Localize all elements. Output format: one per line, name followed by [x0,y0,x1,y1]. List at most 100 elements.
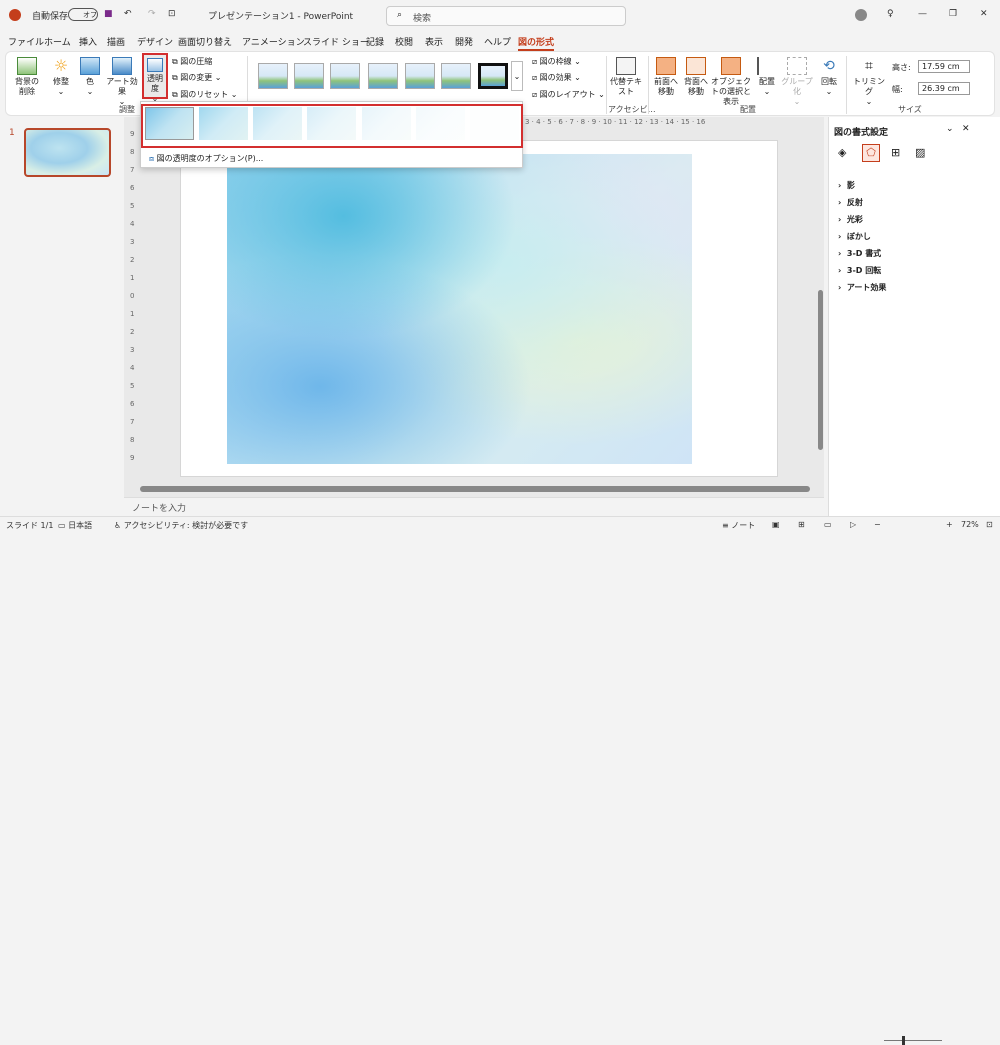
picture-tab-icon[interactable]: ▨ [915,146,925,159]
picture-style-1[interactable] [258,63,288,89]
present-icon[interactable]: ⊡ [168,9,176,19]
section-artistic-effects[interactable]: › アート効果 [838,282,886,293]
send-backward-button[interactable]: 背面へ移動 [682,57,710,97]
height-input[interactable]: 17.59 cm [918,60,970,73]
slideshow-view-icon[interactable]: ▷ [850,520,856,529]
picture-style-4[interactable] [368,63,398,89]
styles-more-button[interactable]: ⌄ [511,61,523,91]
tab-file[interactable]: ファイル [8,35,44,48]
normal-view-icon[interactable]: ▣ [772,520,780,529]
art-effects-button[interactable]: アート効果 ⌄ [104,57,140,107]
bring-forward-button[interactable]: 前面へ移動 [652,57,680,97]
transparency-options-item[interactable]: ⧈ 図の透明度のオプション(P)... [149,153,263,164]
picture-effects-button[interactable]: ⧄ 図の効果 ⌄ [532,72,581,83]
align-button[interactable]: 配置 ⌄ [756,57,778,97]
accessibility-status[interactable]: ♿ アクセシビリティ: 検討が必要です [114,520,248,531]
send-backward-label: 背面へ移動 [684,77,708,96]
section-glow[interactable]: › 光彩 [838,214,863,225]
width-input[interactable]: 26.39 cm [918,82,970,95]
ruler-tick: 2 [130,328,135,336]
tab-developer[interactable]: 開発 [455,35,473,48]
section-soft-edges[interactable]: › ぼかし [838,231,871,242]
highlight-box [141,104,523,148]
zoom-slider[interactable] [884,1040,942,1041]
color-button[interactable]: 色 ⌄ [80,57,100,97]
reset-picture-button[interactable]: ⧉ 図のリセット ⌄ [172,89,238,100]
tab-draw[interactable]: 描画 [107,35,125,48]
horizontal-scrollbar[interactable] [140,486,810,492]
tab-home[interactable]: ホーム [44,35,71,48]
picture-layout-button[interactable]: ⧄ 図のレイアウト ⌄ [532,89,605,100]
autosave-toggle[interactable]: オフ [68,8,98,21]
notes-area[interactable]: ノートを入力 [124,497,824,515]
undo-icon[interactable]: ↶ [124,9,132,19]
rotate-button[interactable]: ⟲ 回転 ⌄ [818,57,840,97]
save-icon[interactable]: ■ [104,9,113,19]
minimize-icon[interactable]: — [918,9,927,19]
maximize-icon[interactable]: ❐ [949,9,957,19]
pane-close-icon[interactable]: ✕ [962,124,970,134]
tab-design[interactable]: デザイン [137,35,173,48]
crop-button[interactable]: ⌗ トリミング ⌄ [853,57,885,107]
group-button[interactable]: グループ化 ⌄ [780,57,814,107]
pane-title: 図の書式設定 [834,128,889,138]
picture-style-2[interactable] [294,63,324,89]
zoom-level[interactable]: 72% [961,520,979,529]
tab-view[interactable]: 表示 [425,35,443,48]
zoom-out-icon[interactable]: − [874,520,881,529]
tab-slideshow[interactable]: スライド ショー [303,35,369,48]
tab-animations[interactable]: アニメーション [242,35,305,48]
ribbon-separator [648,56,649,114]
reading-view-icon[interactable]: ▭ [824,520,832,529]
zoom-in-icon[interactable]: + [946,520,953,529]
powerpoint-logo-icon [9,9,21,21]
tab-help[interactable]: ヘルプ [484,35,511,48]
picture-border-button[interactable]: ⧄ 図の枠線 ⌄ [532,56,581,67]
width-label: 幅: [892,85,903,94]
slide-thumbnail[interactable] [24,128,111,177]
notes-button[interactable]: ≡ ノート [722,520,755,531]
close-icon[interactable]: ✕ [980,9,988,19]
vertical-scrollbar[interactable] [818,290,823,450]
size-properties-icon[interactable]: ⊞ [891,146,900,159]
remove-background-button[interactable]: 背景の削除 [12,57,42,97]
sorter-view-icon[interactable]: ⊞ [798,520,805,529]
ruler-tick: 8 [130,436,135,444]
selection-pane-button[interactable]: オブジェクトの選択と表示 [710,57,752,107]
pane-options-icon[interactable]: ⌄ [946,124,954,134]
search-box[interactable]: ⌕ 検索 [386,6,626,26]
avatar[interactable] [855,9,867,21]
zoom-slider-thumb[interactable] [902,1036,905,1045]
corrections-button[interactable]: ☼ 修整 ⌄ [48,57,74,97]
compress-button[interactable]: ⧉ 図の圧縮 [172,56,212,67]
language-status[interactable]: ▭ 日本語 [58,520,92,531]
picture-style-5[interactable] [405,63,435,89]
tab-record[interactable]: 記録 [366,35,384,48]
section-3d-format[interactable]: › 3-D 書式 [838,248,881,259]
ruler-tick: 9 [130,130,135,138]
transparency-icon [147,58,163,72]
section-reflection[interactable]: › 反射 [838,197,863,208]
options-icon: ⧈ [149,154,155,163]
accessibility-label: アクセシビリティ: 検討が必要です [123,521,249,530]
picture-style-7[interactable] [478,63,508,89]
picture-style-6[interactable] [441,63,471,89]
fill-line-icon[interactable]: ◈ [838,146,846,159]
tab-picture-format[interactable]: 図の形式 [518,35,555,51]
tab-insert[interactable]: 挿入 [79,35,97,48]
change-picture-button[interactable]: ⧉ 図の変更 ⌄ [172,72,222,83]
idea-icon[interactable]: ♀ [887,9,894,19]
redo-icon[interactable]: ↷ [148,9,156,19]
tab-review[interactable]: 校閲 [395,35,413,48]
section-shadow[interactable]: › 影 [838,180,855,191]
ruler-tick: 5 [130,382,135,390]
effects-tab-icon[interactable]: ⬠ [862,144,880,162]
transparency-button[interactable]: 透明度 ⌄ [142,53,168,103]
alt-text-button[interactable]: 代替テキスト [610,57,642,97]
picture-style-3[interactable] [330,63,360,89]
transparency-options-label: 図の透明度のオプション(P)... [156,154,264,163]
fit-slide-icon[interactable]: ⊡ [986,520,993,529]
watercolor-picture[interactable] [227,154,692,464]
section-3d-rotation[interactable]: › 3-D 回転 [838,265,881,276]
tab-transitions[interactable]: 画面切り替え [178,35,232,48]
